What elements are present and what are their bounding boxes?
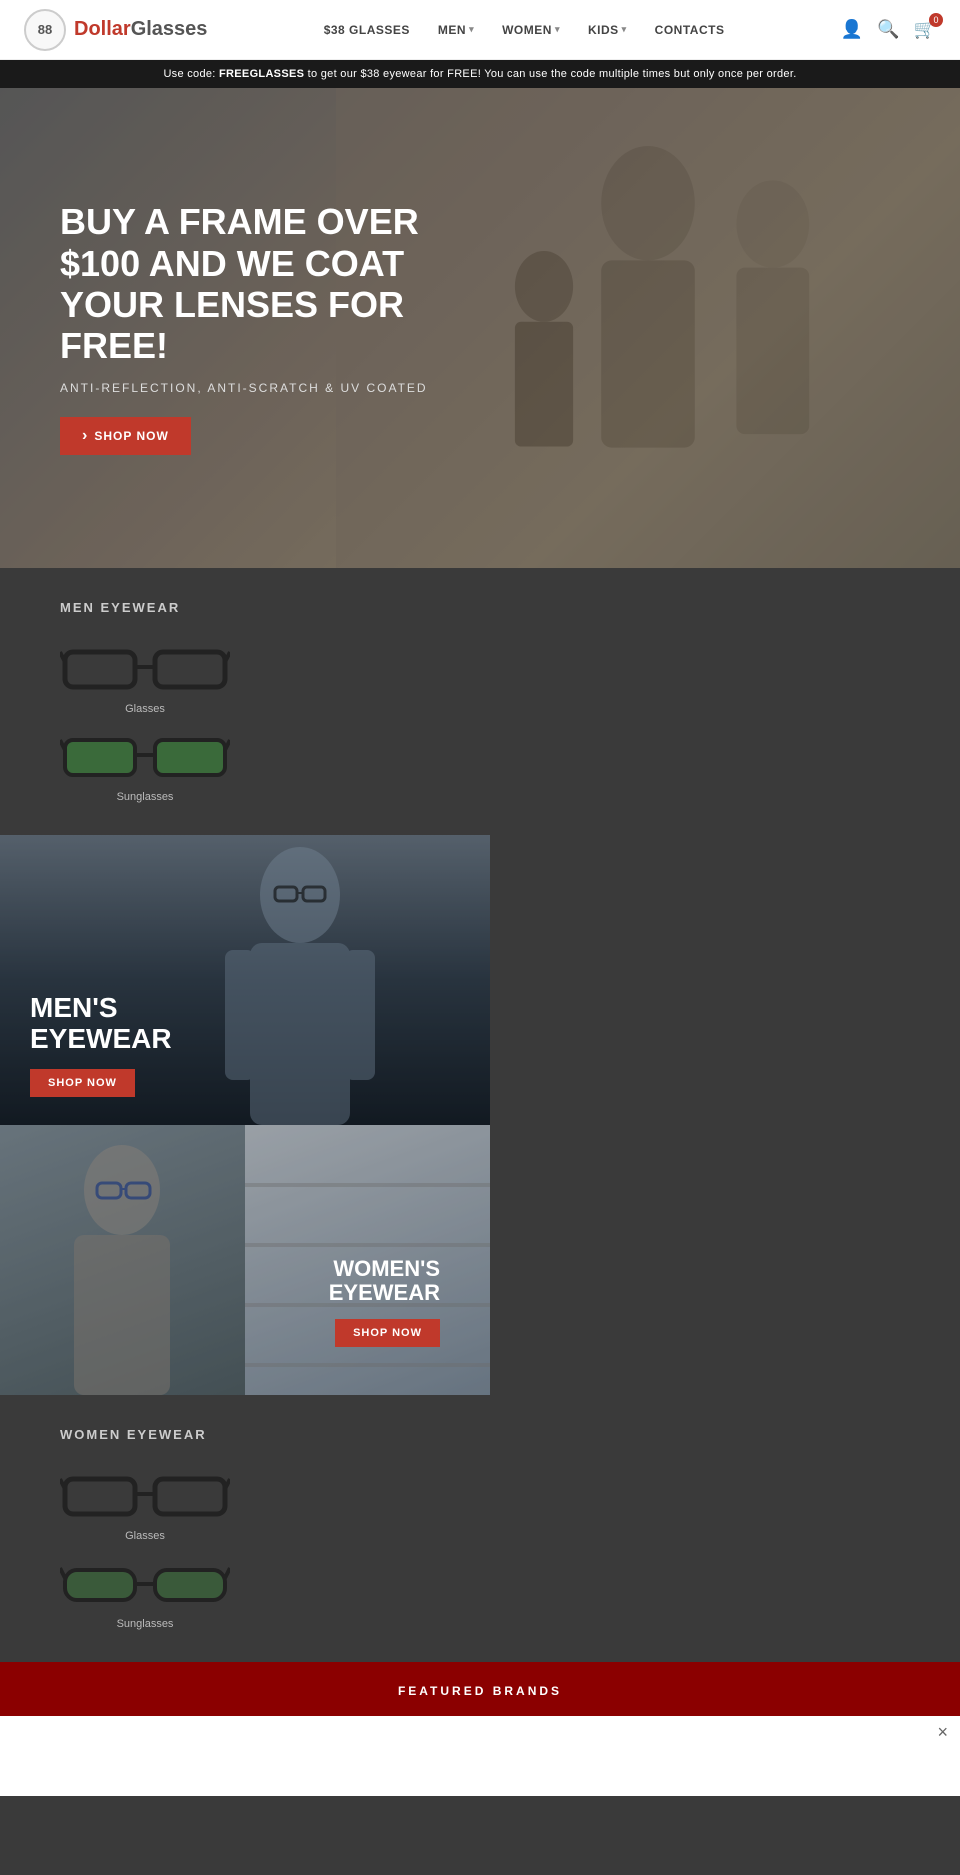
- promo-men-shop-button[interactable]: SHOP NOW: [30, 1069, 135, 1097]
- hero-section: BUY A FRAME OVER $100 AND WE COAT YOUR L…: [0, 88, 960, 568]
- mens-eyewear-promo: MEN'S EYEWEAR SHOP NOW: [0, 835, 490, 1125]
- promo-men-content: MEN'S EYEWEAR SHOP NOW: [0, 965, 202, 1125]
- promo-women-shop-button[interactable]: SHOP NOW: [335, 1319, 440, 1347]
- nav-item-women[interactable]: WOMEN ▾: [502, 23, 560, 37]
- men-eyewear-section: MEN EYEWEAR Glasses: [0, 568, 960, 835]
- promo-men-image: [170, 835, 430, 1125]
- nav-item-contacts[interactable]: CONTACTS: [655, 23, 725, 37]
- promo-women-right-panel: WOMEN'S EYEWEAR SHOP NOW: [245, 1125, 490, 1395]
- glasses-svg: [60, 637, 230, 697]
- nav-menu: $38 GLASSES MEN ▾ WOMEN ▾ KIDS ▾ CONTACT…: [324, 23, 725, 37]
- women-eyewear-items: Glasses Sunglasses: [60, 1464, 900, 1630]
- promo-right-bg: [490, 835, 960, 1395]
- featured-brands-title: FEATURED BRANDS: [0, 1684, 960, 1698]
- logo[interactable]: 88 DollarGlasses: [24, 9, 207, 51]
- women-sunglasses-svg: [60, 1552, 230, 1612]
- hero-shop-now-button[interactable]: SHOP NOW: [60, 417, 191, 455]
- navbar-icons: 👤 🔍 🛒 0: [841, 19, 936, 40]
- promo-women-title: WOMEN'S EYEWEAR: [255, 1257, 440, 1305]
- men-eyewear-title: MEN EYEWEAR: [60, 600, 900, 615]
- men-glasses-item[interactable]: Glasses: [60, 637, 260, 715]
- navbar: 88 DollarGlasses $38 GLASSES MEN ▾ WOMEN…: [0, 0, 960, 60]
- logo-text: DollarGlasses: [74, 18, 207, 41]
- women-sunglasses-label: Sunglasses: [60, 1618, 230, 1630]
- nav-item-38glasses[interactable]: $38 GLASSES: [324, 23, 410, 37]
- chevron-down-icon: ▾: [555, 24, 560, 35]
- sunglasses-svg: [60, 725, 230, 785]
- hero-title: BUY A FRAME OVER $100 AND WE COAT YOUR L…: [60, 201, 440, 367]
- men-glasses-image: [60, 637, 230, 697]
- promo-banners-left: MEN'S EYEWEAR SHOP NOW: [0, 835, 490, 1395]
- promo-banners-section: MEN'S EYEWEAR SHOP NOW: [0, 835, 960, 1395]
- promo-women-left-panel: [0, 1125, 245, 1395]
- women-sunglasses-item[interactable]: Sunglasses: [60, 1552, 260, 1630]
- nav-item-kids[interactable]: KIDS ▾: [588, 23, 627, 37]
- nav-item-men[interactable]: MEN ▾: [438, 23, 474, 37]
- womens-eyewear-promo: WOMEN'S EYEWEAR SHOP NOW: [0, 1125, 490, 1395]
- men-glasses-label: Glasses: [60, 703, 230, 715]
- promo-women-content: WOMEN'S EYEWEAR SHOP NOW: [245, 1229, 470, 1375]
- chevron-down-icon: ▾: [622, 24, 627, 35]
- hero-content: BUY A FRAME OVER $100 AND WE COAT YOUR L…: [0, 201, 500, 455]
- chevron-down-icon: ▾: [469, 24, 474, 35]
- men-sunglasses-label: Sunglasses: [60, 791, 230, 803]
- women-glasses-item[interactable]: Glasses: [60, 1464, 260, 1542]
- women-glasses-label: Glasses: [60, 1530, 230, 1542]
- featured-brands-area: ×: [0, 1716, 960, 1796]
- men-sunglasses-item[interactable]: Sunglasses: [60, 725, 260, 803]
- women-glasses-image: [60, 1464, 230, 1524]
- women-glasses-svg: [60, 1464, 230, 1524]
- hero-subtitle: ANTI-REFLECTION, ANTI-SCRATCH & UV COATE…: [60, 381, 440, 395]
- cart-icon[interactable]: 🛒 0: [914, 19, 936, 40]
- women-eyewear-section: WOMEN EYEWEAR Glasses: [0, 1395, 960, 1662]
- women-sunglasses-image: [60, 1552, 230, 1612]
- logo-icon: 88: [24, 9, 66, 51]
- close-button[interactable]: ×: [937, 1722, 948, 1743]
- search-icon[interactable]: 🔍: [877, 19, 899, 40]
- account-icon[interactable]: 👤: [841, 19, 863, 40]
- women-eyewear-title: WOMEN EYEWEAR: [60, 1427, 900, 1442]
- featured-brands-footer: FEATURED BRANDS ×: [0, 1662, 960, 1796]
- promo-banner: Use code: FREEGLASSES to get our $38 eye…: [0, 60, 960, 88]
- men-sunglasses-image: [60, 725, 230, 785]
- promo-men-title: MEN'S EYEWEAR: [30, 993, 172, 1055]
- cart-badge: 0: [929, 13, 943, 27]
- men-eyewear-items: Glasses Sunglasses: [60, 637, 900, 803]
